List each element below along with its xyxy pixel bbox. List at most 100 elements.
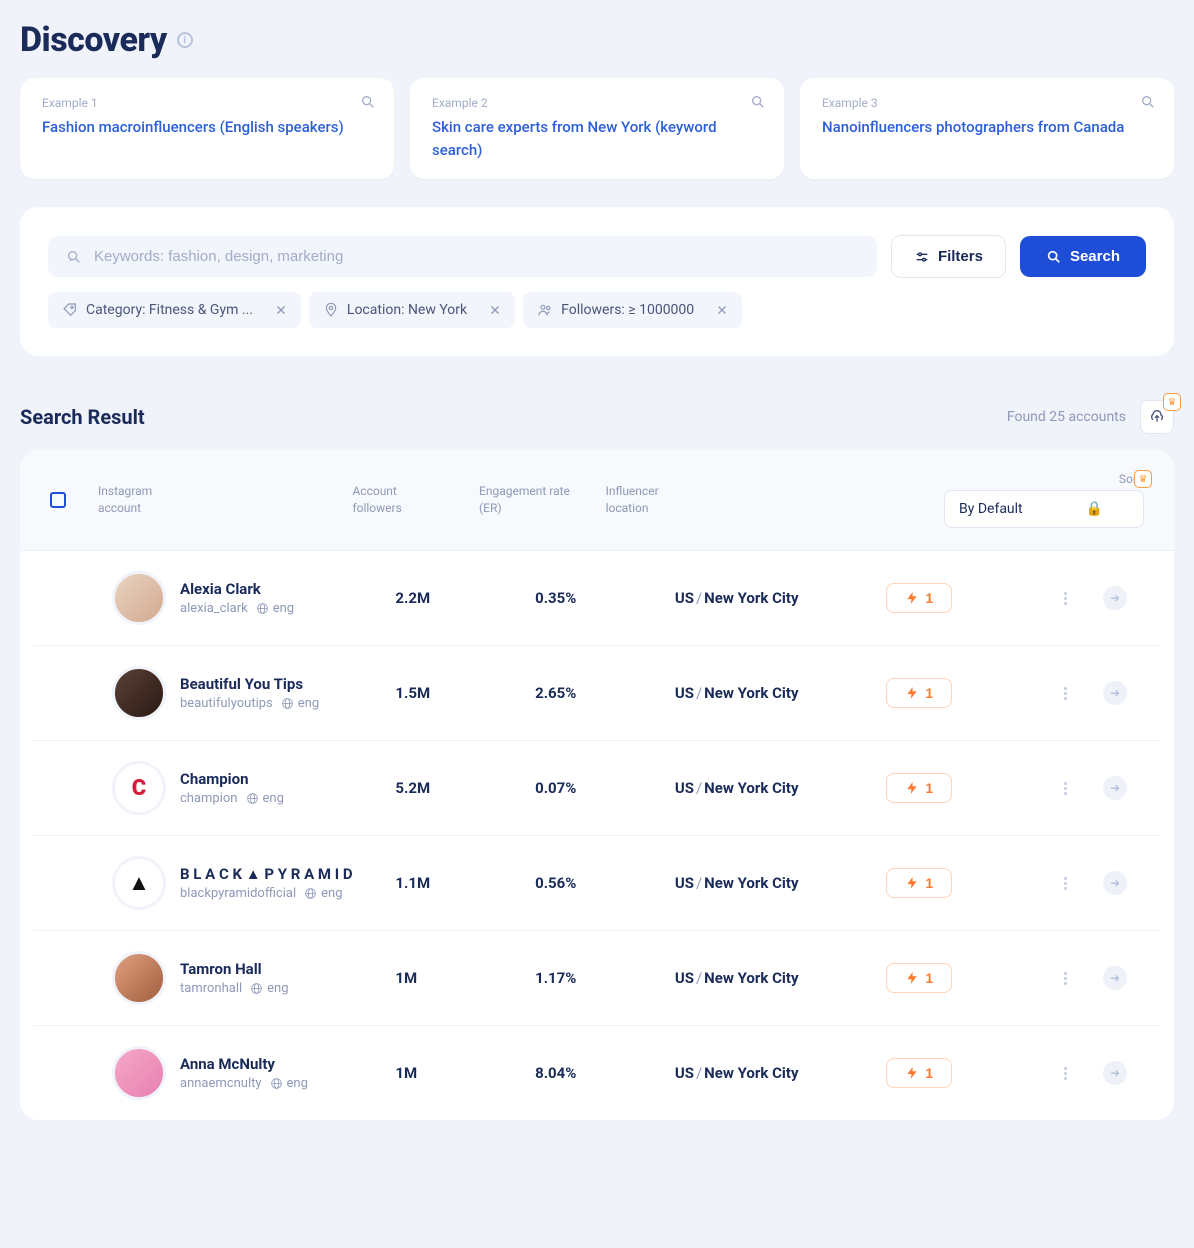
table-row: ▲ B L A C K ▲ P Y R A M I D blackpyramid… <box>34 836 1160 931</box>
row-menu-button[interactable] <box>1064 782 1067 795</box>
filter-chip: Category: Fitness & Gym ... <box>48 292 301 328</box>
col-header-followers: Accountfollowers <box>352 483 459 517</box>
account-name[interactable]: Beautiful You Tips <box>180 675 319 693</box>
example-card[interactable]: Example 2 Skin care experts from New Yor… <box>410 78 784 179</box>
credits-button[interactable]: 1 <box>886 583 952 613</box>
results-count: Found 25 accounts <box>1007 409 1126 425</box>
chip-remove-button[interactable] <box>702 294 742 326</box>
table-row: Alexia Clark alexia_clark eng 2.2M 0.35%… <box>34 551 1160 646</box>
credits-button[interactable]: 1 <box>886 963 952 993</box>
row-menu-button[interactable] <box>1064 592 1067 605</box>
location-value: US/New York City <box>675 1064 867 1082</box>
avatar: ▲ <box>112 856 166 910</box>
er-value: 0.35% <box>535 589 655 607</box>
followers-value: 5.2M <box>395 779 515 797</box>
add-button[interactable]: ➜ <box>1103 586 1127 610</box>
results-table: Instagramaccount Accountfollowers Engage… <box>20 450 1174 1120</box>
language-badge: eng <box>281 696 319 711</box>
table-row: Beautiful You Tips beautifulyoutips eng … <box>34 646 1160 741</box>
select-all-checkbox[interactable] <box>50 492 66 508</box>
location-value: US/New York City <box>675 684 867 702</box>
account-handle: annaemcnulty <box>180 1076 262 1091</box>
credits-button[interactable]: 1 <box>886 1058 952 1088</box>
account-name[interactable]: B L A C K ▲ P Y R A M I D <box>180 865 353 883</box>
followers-value: 1.5M <box>395 684 515 702</box>
credits-button[interactable]: 1 <box>886 678 952 708</box>
results-title: Search Result <box>20 405 145 429</box>
chip-label: Followers: ≥ 1000000 <box>561 302 694 318</box>
row-menu-button[interactable] <box>1064 972 1067 985</box>
er-value: 2.65% <box>535 684 655 702</box>
sort-select[interactable]: By Default 🔒 <box>944 490 1144 528</box>
col-header-account: Instagramaccount <box>98 483 332 517</box>
credits-button[interactable]: 1 <box>886 773 952 803</box>
crown-badge-icon: ♛ <box>1134 470 1152 488</box>
avatar: C <box>112 761 166 815</box>
table-header: Instagramaccount Accountfollowers Engage… <box>20 450 1174 551</box>
avatar <box>112 666 166 720</box>
page-title: Discovery <box>20 20 167 60</box>
pin-icon <box>323 302 339 318</box>
er-value: 1.17% <box>535 969 655 987</box>
add-button[interactable]: ➜ <box>1103 681 1127 705</box>
sliders-icon <box>914 249 930 265</box>
language-badge: eng <box>270 1076 308 1091</box>
bolt-icon <box>905 591 919 605</box>
sort-value: By Default <box>959 501 1023 517</box>
chip-label: Location: New York <box>347 302 467 318</box>
tag-icon <box>62 302 78 318</box>
info-icon[interactable]: i <box>177 32 193 48</box>
account-name[interactable]: Anna McNulty <box>180 1055 308 1073</box>
col-header-location: Influencerlocation <box>606 483 777 517</box>
search-button-label: Search <box>1070 248 1120 265</box>
export-button[interactable]: ♛ <box>1140 400 1174 434</box>
example-label: Example 2 <box>432 96 762 110</box>
upload-cloud-icon <box>1149 409 1165 425</box>
example-card[interactable]: Example 3 Nanoinfluencers photographers … <box>800 78 1174 179</box>
avatar <box>112 571 166 625</box>
chip-remove-button[interactable] <box>261 294 301 326</box>
row-menu-button[interactable] <box>1064 687 1067 700</box>
location-value: US/New York City <box>675 779 867 797</box>
search-input[interactable] <box>94 248 859 265</box>
search-panel: Filters Search Category: Fitness & Gym .… <box>20 207 1174 356</box>
search-icon <box>750 94 766 110</box>
add-button[interactable]: ➜ <box>1103 871 1127 895</box>
language-badge: eng <box>250 981 288 996</box>
table-rows: Alexia Clark alexia_clark eng 2.2M 0.35%… <box>20 551 1174 1120</box>
example-label: Example 3 <box>822 96 1152 110</box>
chip-remove-button[interactable] <box>475 294 515 326</box>
credits-button[interactable]: 1 <box>886 868 952 898</box>
followers-value: 1.1M <box>395 874 515 892</box>
row-menu-button[interactable] <box>1064 877 1067 890</box>
account-handle: blackpyramidofficial <box>180 886 296 901</box>
example-card[interactable]: Example 1 Fashion macroinfluencers (Engl… <box>20 78 394 179</box>
sort-control: Sort: By Default 🔒 ♛ <box>944 472 1144 528</box>
add-button[interactable]: ➜ <box>1103 966 1127 990</box>
example-text: Nanoinfluencers photographers from Canad… <box>822 116 1152 139</box>
account-name[interactable]: Alexia Clark <box>180 580 294 598</box>
filters-button[interactable]: Filters <box>891 235 1006 278</box>
add-button[interactable]: ➜ <box>1103 1061 1127 1085</box>
row-menu-button[interactable] <box>1064 1067 1067 1080</box>
sort-label: Sort: <box>944 472 1144 486</box>
account-handle: beautifulyoutips <box>180 696 273 711</box>
account-name[interactable]: Tamron Hall <box>180 960 289 978</box>
bolt-icon <box>905 686 919 700</box>
add-button[interactable]: ➜ <box>1103 776 1127 800</box>
search-icon <box>1140 94 1156 110</box>
bolt-icon <box>905 1066 919 1080</box>
avatar <box>112 951 166 1005</box>
account-name[interactable]: Champion <box>180 770 284 788</box>
col-header-er: Engagement rate(ER) <box>479 483 586 517</box>
location-value: US/New York City <box>675 874 867 892</box>
crown-badge-icon: ♛ <box>1163 393 1181 411</box>
bolt-icon <box>905 876 919 890</box>
table-row: C Champion champion eng 5.2M 0.07% US/Ne… <box>34 741 1160 836</box>
search-input-container <box>48 236 877 277</box>
followers-value: 1M <box>395 1064 515 1082</box>
search-button[interactable]: Search <box>1020 236 1146 277</box>
er-value: 8.04% <box>535 1064 655 1082</box>
language-badge: eng <box>246 791 284 806</box>
bolt-icon <box>905 971 919 985</box>
